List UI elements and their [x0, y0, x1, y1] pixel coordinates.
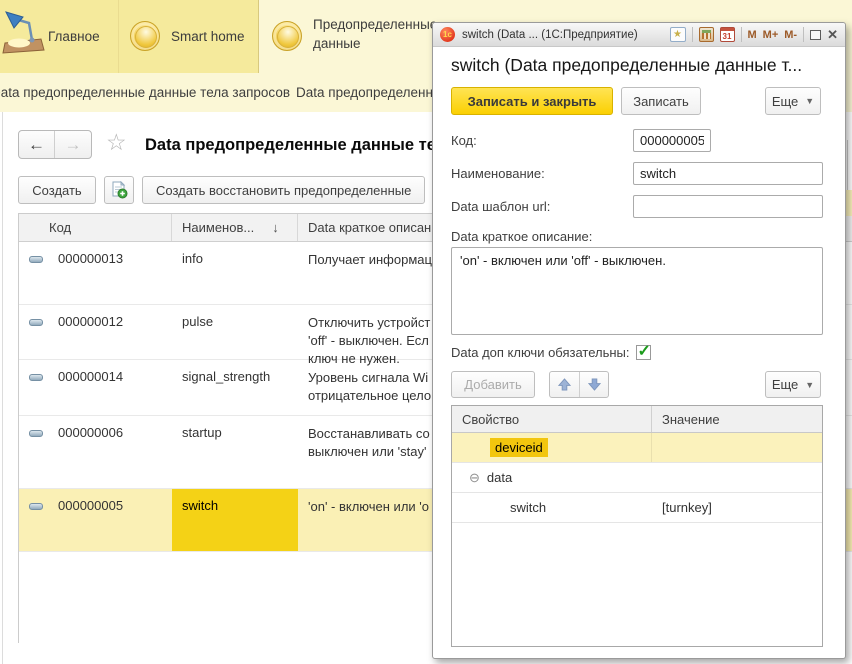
property-row-group[interactable]: data: [452, 463, 822, 493]
favorite-star-icon[interactable]: [106, 129, 127, 156]
sort-desc-icon: [272, 220, 279, 235]
restore-window-button[interactable]: [810, 30, 821, 40]
favorites-icon[interactable]: [670, 27, 686, 42]
props-more-button[interactable]: Еще: [765, 371, 821, 398]
required-keys-checkbox[interactable]: [636, 345, 651, 360]
url-template-field[interactable]: [633, 195, 823, 218]
catalog-item-icon: [29, 319, 43, 326]
property-row[interactable]: switch [turnkey]: [452, 493, 822, 523]
catalog-item-icon: [29, 256, 43, 263]
move-buttons: [549, 371, 609, 398]
desk-lamp-icon: [2, 10, 46, 56]
back-button[interactable]: [19, 131, 55, 158]
app-window: Главное Smart home Предопределенные данн…: [0, 0, 852, 664]
column-header-name[interactable]: Наименов...: [172, 214, 298, 241]
properties-table: Свойство Значение deviceid data switch […: [451, 405, 823, 647]
column-header-code[interactable]: Код: [19, 214, 172, 241]
tab-predefined-data[interactable]: Предопределенные данные: [258, 0, 436, 74]
calculator-icon[interactable]: [699, 27, 714, 42]
more-button[interactable]: Еще: [765, 87, 821, 115]
url-template-label: Data шаблон url:: [451, 199, 550, 214]
short-description-label: Data краткое описание:: [451, 229, 592, 244]
required-keys-label: Data доп ключи обязательны:: [451, 345, 630, 360]
catalog-item-icon: [29, 430, 43, 437]
background-window-fragment: [847, 140, 848, 192]
tab-label: Главное: [48, 29, 100, 44]
dialog-titlebar: 1с switch (Data ... (1С:Предприятие) 31 …: [433, 23, 845, 47]
tab-label: Smart home: [171, 29, 245, 44]
1c-logo-icon: 1с: [440, 27, 455, 42]
memory-m-button[interactable]: M: [748, 29, 757, 41]
dropdown-arrow-icon: [805, 96, 814, 106]
move-up-button[interactable]: [550, 372, 579, 397]
name-label: Наименование:: [451, 166, 545, 181]
save-button[interactable]: Записать: [621, 87, 701, 115]
gold-circle-icon: [130, 21, 160, 51]
selected-cell: deviceid: [490, 438, 548, 457]
document-add-icon: [110, 181, 128, 199]
copy-document-button[interactable]: [104, 176, 134, 204]
dialog-title: switch (Data ... (1С:Предприятие): [462, 29, 638, 41]
catalog-item-icon: [29, 503, 43, 510]
add-button-disabled[interactable]: Добавить: [451, 371, 535, 398]
name-field[interactable]: [633, 162, 823, 185]
memory-m-plus-button[interactable]: M+: [763, 29, 779, 41]
property-row-selected[interactable]: deviceid: [452, 433, 822, 463]
save-and-close-button[interactable]: Записать и закрыть: [451, 87, 613, 115]
history-nav-buttons: [18, 130, 92, 159]
collapse-icon[interactable]: [469, 470, 480, 486]
subnav-item-request-bodies[interactable]: Data предопределенные данные тела запрос…: [0, 85, 290, 100]
code-label: Код:: [451, 133, 477, 148]
background-window-fragment: [846, 190, 852, 216]
column-header-value[interactable]: Значение: [652, 412, 822, 427]
dialog-heading: switch (Data предопределенные данные т..…: [451, 55, 831, 76]
forward-button[interactable]: [55, 131, 91, 158]
calendar-icon[interactable]: 31: [720, 27, 735, 42]
down-arrow-icon: [588, 378, 601, 391]
subnav-item-predefined[interactable]: Data предопределенны: [296, 85, 443, 100]
tab-glavnoe[interactable]: Главное: [0, 0, 118, 73]
code-field[interactable]: [633, 129, 711, 152]
close-button[interactable]: [827, 27, 838, 43]
restore-icon: [810, 30, 821, 40]
properties-header-row: Свойство Значение: [452, 406, 822, 433]
tab-label: Предопределенные данные: [313, 15, 431, 53]
memory-m-minus-button[interactable]: M-: [784, 29, 797, 41]
window-edge-line: [2, 112, 3, 664]
required-keys-row: Data доп ключи обязательны:: [451, 345, 651, 360]
switch-edit-dialog: 1с switch (Data ... (1С:Предприятие) 31 …: [432, 22, 846, 659]
gold-circle-icon: [272, 21, 302, 51]
column-header-property[interactable]: Свойство: [452, 406, 652, 432]
create-restore-button[interactable]: Создать восстановить предопределенные: [142, 176, 425, 204]
create-button[interactable]: Создать: [18, 176, 96, 204]
dropdown-arrow-icon: [805, 380, 814, 390]
tab-smart-home[interactable]: Smart home: [118, 0, 258, 73]
short-description-field[interactable]: 'on' - включен или 'off' - выключен.: [451, 247, 823, 335]
up-arrow-icon: [558, 378, 571, 391]
move-down-button[interactable]: [579, 372, 608, 397]
selected-cell: switch: [172, 489, 298, 551]
catalog-item-icon: [29, 374, 43, 381]
